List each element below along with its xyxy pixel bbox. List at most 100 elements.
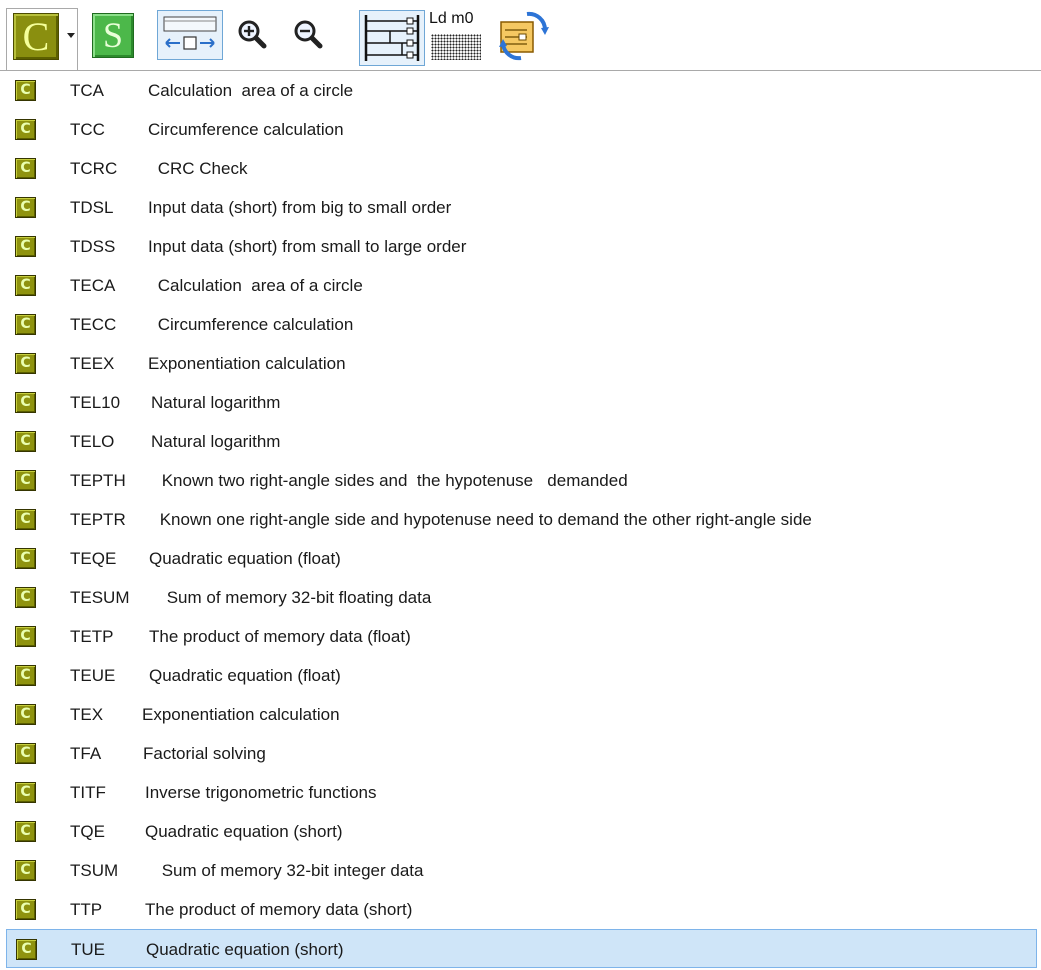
function-name: TEQE — [70, 549, 117, 568]
fit-width-button[interactable] — [157, 10, 223, 60]
function-description: Calculation area of a circle — [148, 81, 354, 100]
c-block-glyph: C — [20, 511, 31, 527]
ladder-view-button[interactable] — [359, 10, 425, 66]
function-description: Exponentiation calculation — [148, 354, 346, 373]
c-block-glyph: C — [20, 316, 31, 332]
convert-button[interactable] — [497, 8, 551, 64]
convert-icon — [499, 11, 549, 61]
list-item[interactable]: C TEQE Quadratic equation (float) — [6, 539, 1037, 578]
c-block-icon: C — [15, 899, 36, 920]
c-block-glyph: C — [20, 394, 31, 410]
c-block-glyph: C — [20, 862, 31, 878]
function-description: Factorial solving — [143, 744, 266, 763]
c-block-glyph: C — [20, 823, 31, 839]
instruction-list-icon — [431, 34, 481, 60]
list-item[interactable]: C TECA Calculation area of a circle — [6, 266, 1037, 305]
c-block-glyph: C — [20, 667, 31, 683]
dropdown-arrow-icon[interactable] — [67, 33, 75, 38]
instruction-list-button[interactable]: Ld m0 — [427, 8, 489, 64]
c-block-glyph: C — [20, 472, 31, 488]
function-name: TEEX — [70, 354, 115, 373]
c-block-icon: C — [15, 548, 36, 569]
list-item[interactable]: C TFA Factorial solving — [6, 734, 1037, 773]
list-item[interactable]: C TEX Exponentiation calculation — [6, 695, 1037, 734]
list-item[interactable]: C TSUM Sum of memory 32-bit integer data — [6, 851, 1037, 890]
function-name: TEPTH — [70, 471, 126, 490]
c-block-glyph: C — [20, 238, 31, 254]
list-item[interactable]: C TELO Natural logarithm — [6, 422, 1037, 461]
function-description: Known one right-angle side and hypotenus… — [155, 510, 812, 529]
list-item[interactable]: C TECC Circumference calculation — [6, 305, 1037, 344]
c-block-glyph: C — [20, 82, 31, 98]
zoom-out-button[interactable] — [290, 15, 328, 55]
function-description: The product of memory data (short) — [145, 900, 413, 919]
function-block-list: C TCA Calculation area of a circle C TCC Circ… — [6, 71, 1037, 968]
list-item[interactable]: C TESUM Sum of memory 32-bit floating dat… — [6, 578, 1037, 617]
c-program-icon[interactable]: C — [13, 13, 59, 60]
function-name: TESUM — [70, 588, 130, 607]
list-item[interactable]: C TDSL Input data (short) from big to smal… — [6, 188, 1037, 227]
list-item[interactable]: C TCA Calculation area of a circle — [6, 71, 1037, 110]
function-description: Quadratic equation (float) — [149, 549, 341, 568]
function-name: TECA — [70, 276, 116, 295]
c-block-icon: C — [15, 197, 36, 218]
c-block-glyph: C — [20, 745, 31, 761]
zoom-in-icon — [238, 20, 267, 49]
function-name: TETP — [70, 627, 114, 646]
list-item[interactable]: C TEL10 Natural logarithm — [6, 383, 1037, 422]
c-block-glyph: C — [20, 901, 31, 917]
list-item[interactable]: C TETP The product of memory data (float) — [6, 617, 1037, 656]
zoom-in-button[interactable] — [234, 15, 272, 55]
function-name: TTP — [70, 900, 103, 919]
c-block-icon: C — [15, 860, 36, 881]
c-block-icon: C — [15, 392, 36, 413]
function-description: Sum of memory 32-bit integer data — [157, 861, 424, 880]
function-description: Circumference calculation — [153, 315, 354, 334]
c-block-icon: C — [15, 80, 36, 101]
c-block-glyph: C — [20, 550, 31, 566]
list-item[interactable]: C TUE Quadratic equation (short) — [6, 929, 1037, 968]
list-item[interactable]: C TEPTH Known two right-angle sides and t… — [6, 461, 1037, 500]
function-description: Exponentiation calculation — [142, 705, 340, 724]
function-description: The product of memory data (float) — [149, 627, 411, 646]
list-item[interactable]: C TCC Circumference calculation — [6, 110, 1037, 149]
function-description: Quadratic equation (short) — [145, 822, 343, 841]
list-item[interactable]: C TEPTR Known one right-angle side and hy… — [6, 500, 1037, 539]
function-name: TDSS — [70, 237, 116, 256]
list-item[interactable]: C TEEX Exponentiation calculation — [6, 344, 1037, 383]
c-block-glyph: C — [20, 628, 31, 644]
function-name: TDSL — [70, 198, 114, 217]
function-name: TEX — [70, 705, 104, 724]
function-name: TEL10 — [70, 393, 121, 412]
c-block-icon: C — [15, 158, 36, 179]
c-block-icon: C — [15, 236, 36, 257]
zoom-out-icon — [294, 20, 323, 49]
c-block-glyph: C — [20, 706, 31, 722]
list-item[interactable]: C TQE Quadratic equation (short) — [6, 812, 1037, 851]
function-description: Known two right-angle sides and the hypo… — [157, 471, 628, 490]
list-item[interactable]: C TEUE Quadratic equation (float) — [6, 656, 1037, 695]
c-block-icon: C — [15, 353, 36, 374]
function-name: TUE — [71, 940, 105, 959]
list-item[interactable]: C TITF Inverse trigonometric functions — [6, 773, 1037, 812]
c-block-glyph: C — [20, 121, 31, 137]
function-description: Inverse trigonometric functions — [145, 783, 377, 802]
c-block-glyph: C — [20, 589, 31, 605]
list-item[interactable]: C TCRC CRC Check — [6, 149, 1037, 188]
c-block-icon: C — [15, 704, 36, 725]
list-item[interactable]: C TTP The product of memory data (short) — [6, 890, 1037, 929]
function-name: TQE — [70, 822, 105, 841]
function-name: TELO — [70, 432, 115, 451]
function-name: TECC — [70, 315, 117, 334]
c-block-glyph: C — [21, 941, 32, 957]
c-block-icon: C — [15, 587, 36, 608]
list-item[interactable]: C TDSS Input data (short) from small to la… — [6, 227, 1037, 266]
s-program-icon[interactable]: S — [92, 13, 134, 58]
fit-width-icon — [163, 16, 217, 50]
function-description: Sum of memory 32-bit floating data — [162, 588, 432, 607]
function-description: Natural logarithm — [151, 432, 281, 451]
c-block-glyph: C — [20, 433, 31, 449]
function-name: TCRC — [70, 159, 118, 178]
c-block-icon: C — [15, 821, 36, 842]
c-block-glyph: C — [20, 160, 31, 176]
